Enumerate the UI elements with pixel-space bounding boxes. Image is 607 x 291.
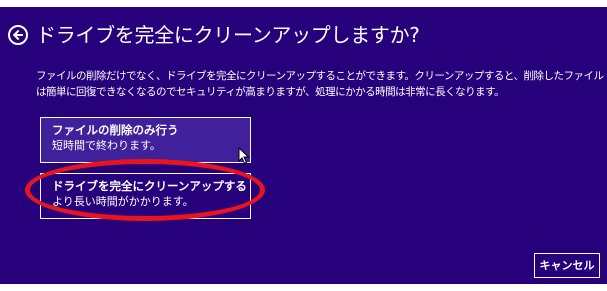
option-title: ドライブを完全にクリーンアップする <box>52 179 247 193</box>
dialog-description: ファイルの削除だけでなく、ドライブを完全にクリーンアップすることができます。クリ… <box>36 70 604 98</box>
option-subtitle: より長い時間がかかります。 <box>52 195 194 208</box>
mouse-pointer-icon <box>238 146 250 169</box>
cancel-button[interactable]: キャンセル <box>534 253 600 278</box>
screenshot-frame: ドライブを完全にクリーンアップしますか? ファイルの削除だけでなく、ドライブを完… <box>0 0 607 291</box>
dialog-title: ドライブを完全にクリーンアップしますか? <box>36 23 420 47</box>
back-arrow-icon[interactable] <box>8 25 28 45</box>
dialog-panel: ドライブを完全にクリーンアップしますか? ファイルの削除だけでなく、ドライブを完… <box>0 7 607 284</box>
option-fully-clean-drive[interactable]: ドライブを完全にクリーンアップする より長い時間がかかります。 <box>40 173 251 219</box>
mouse-pointer-glyph <box>238 146 250 165</box>
back-arrow-glyph <box>12 29 23 41</box>
option-delete-files-only[interactable]: ファイルの削除のみ行う 短時間で終わります。 <box>40 117 251 163</box>
option-subtitle: 短時間で終わります。 <box>52 139 161 152</box>
option-title: ファイルの削除のみ行う <box>52 123 179 137</box>
